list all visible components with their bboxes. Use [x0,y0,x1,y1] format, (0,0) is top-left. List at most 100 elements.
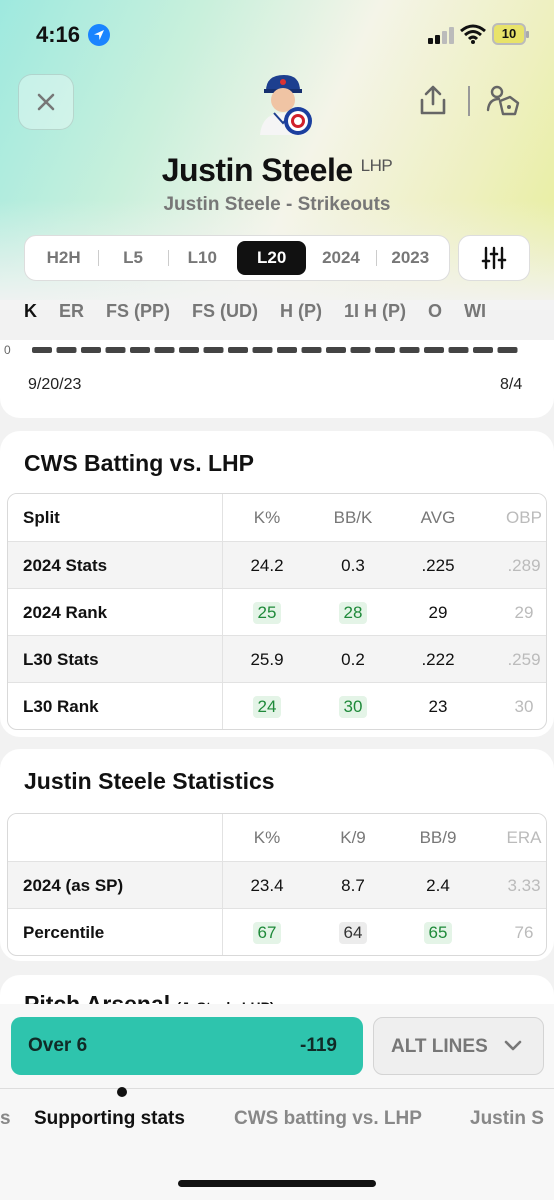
close-icon [37,93,55,111]
stat-tab-4[interactable]: H (P) [280,301,322,322]
cell-value: 3.33 [507,876,541,895]
table-cell: 30 [313,683,393,729]
stat-tab-1[interactable]: ER [59,301,84,322]
share-icon[interactable] [418,84,448,116]
chart-bar-zero[interactable] [130,347,150,353]
chart-bar-zero[interactable] [203,347,224,353]
cell-value: .222 [421,650,455,669]
player-avatar [260,75,312,135]
table-cell: 0.3 [313,542,393,589]
batting-table: Split K% BB/K AVG OBP 2024 Stats 24.2 0.3 .225 .2… [7,493,547,730]
chart-bar-zero[interactable] [473,347,493,353]
table-row: L30 Stats 25.9 0.2 .222 .259 [8,635,546,683]
location-arrow-icon [88,24,110,46]
range-tab-l20[interactable]: L20 [236,241,307,275]
table-cell: 8.7 [313,862,393,909]
over-label: Over 6 [28,1035,88,1056]
table-cell: 24 [227,683,307,729]
stat-tab-3[interactable]: FS (UD) [192,301,258,322]
chart-bar-zero[interactable] [32,347,52,353]
chart-bar-zero[interactable] [375,347,395,353]
chart-zero-label: 0 [4,343,11,357]
batting-title: CWS Batting vs. LHP [24,450,255,476]
row-label: L30 Stats [8,636,223,683]
bottom-tab-cws-batting[interactable]: CWS batting vs. LHP [234,1108,422,1130]
cell-value: 24 [252,696,282,718]
chart-bar-zero[interactable] [301,347,322,353]
stat-tab-2[interactable]: FS (PP) [106,301,170,322]
stat-tab-5[interactable]: 1I H (P) [344,301,406,322]
filter-button[interactable] [458,235,530,281]
row-label: 2024 Stats [8,542,223,589]
table-cell: .289 [484,542,546,589]
cell-value: .289 [507,556,541,575]
cell-value: 23.4 [250,876,284,895]
alt-lines-button[interactable]: ALT LINES [373,1017,544,1075]
range-tabs: H2H L5 L10 L20 2024 2023 [24,235,450,281]
bottom-tab-previous[interactable]: s [0,1108,11,1130]
table-cell: 29 [398,589,478,636]
chart-bar-zero[interactable] [56,347,77,353]
table-row: 2024 Rank 25 28 29 29 [8,588,546,636]
cell-value: 28 [338,602,368,624]
range-tab-l5[interactable]: L5 [98,241,169,275]
chart-bar-zero[interactable] [448,347,469,353]
cell-value: 67 [252,922,282,944]
table-cell: 2.4 [398,862,478,909]
table-cell: 64 [313,909,393,955]
table-header-cell [8,814,223,861]
chart-bar-zero[interactable] [497,347,518,353]
range-tab-2023[interactable]: 2023 [376,241,445,275]
status-time: 4:16 [36,22,81,47]
cell-value: 76 [514,923,534,942]
range-tab-2024[interactable]: 2024 [306,241,377,275]
bottom-tab-supporting-stats[interactable]: Supporting stats [34,1108,185,1130]
over-bet-button[interactable]: Over 6 -119 [11,1017,363,1075]
chart-bar-zero[interactable] [105,347,126,353]
cell-value: 2.4 [426,876,450,895]
bottom-tab-justin-steele[interactable]: Justin S [470,1108,544,1130]
table-cell: 67 [227,909,307,955]
table-cell: 0.2 [313,636,393,683]
row-label: Percentile [8,909,223,955]
table-cell: .225 [398,542,478,589]
player-position: LHP [360,156,393,175]
bottom-tabs: s Supporting stats CWS batting vs. LHP J… [0,1108,554,1136]
table-cell: 28 [313,589,393,636]
chart-bar-zero[interactable] [277,347,297,353]
chart-bar-zero[interactable] [399,347,420,353]
cell-value: 0.2 [341,650,365,669]
table-cell: 76 [484,909,546,955]
stat-tab-6[interactable]: O [428,301,442,322]
home-indicator [178,1180,376,1187]
chart-bar-zero[interactable] [424,347,444,353]
table-cell: 23 [398,683,478,729]
chart-bar-zero[interactable] [228,347,248,353]
range-tab-l10[interactable]: L10 [168,241,237,275]
chart-bar-zero[interactable] [81,347,101,353]
table-row: Percentile 67 64 65 76 [8,908,546,955]
player-profile-icon[interactable] [486,84,520,118]
table-cell: 29 [484,589,546,636]
stat-tab-7[interactable]: WI [464,301,486,322]
cell-value: .259 [507,650,541,669]
table-header-cell: Split [8,494,223,541]
chart-bar-zero[interactable] [179,347,199,353]
chart-baseline [32,347,518,353]
pitcher-stats-title: Justin Steele Statistics [24,768,275,794]
cell-value: 30 [514,697,534,716]
active-tab-indicator [117,1087,127,1097]
chart-card: 0 9/20/23 8/4 [0,340,554,418]
close-button[interactable] [18,74,74,130]
batting-section: CWS Batting vs. LHP Split K% BB/K AVG OBP 202… [0,431,554,737]
bottom-tabs-divider [0,1088,554,1089]
table-cell: .259 [484,636,546,683]
chart-bar-zero[interactable] [154,347,175,353]
chart-bar-zero[interactable] [326,347,346,353]
chart-bar-zero[interactable] [350,347,371,353]
range-tab-h2h[interactable]: H2H [29,241,100,275]
table-header-cell: K% [253,508,281,527]
table-cell: 25 [227,589,307,636]
chart-bar-zero[interactable] [252,347,273,353]
stat-tab-0[interactable]: K [24,301,37,322]
